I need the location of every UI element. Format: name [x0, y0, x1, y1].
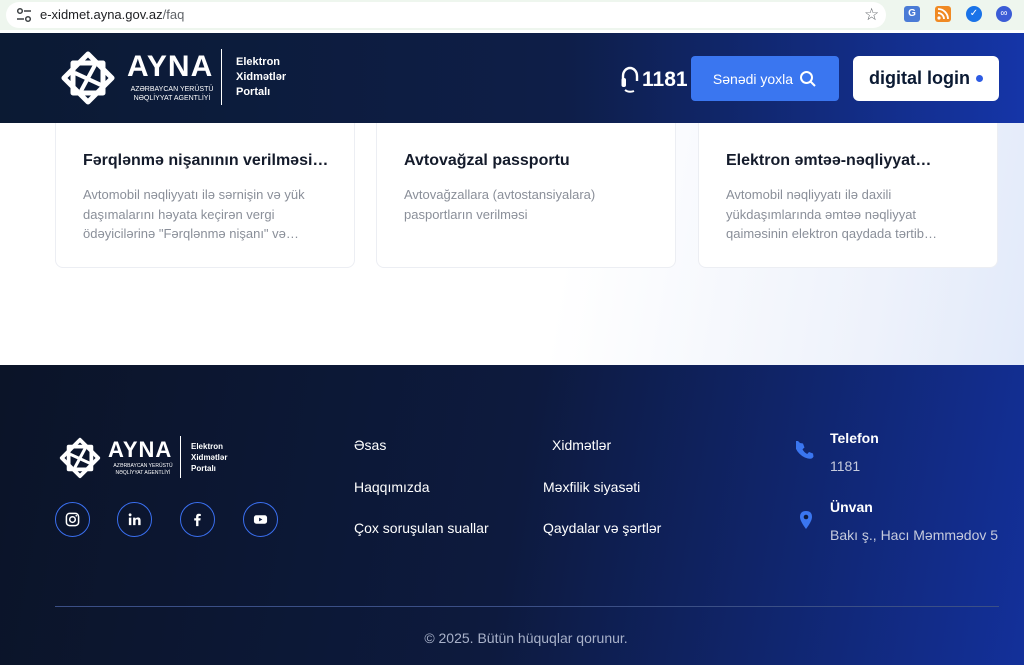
loop-extension-icon[interactable]: ∞ — [996, 6, 1012, 22]
youtube-icon — [253, 515, 268, 524]
login-dot-icon — [976, 75, 983, 82]
logo-agency-name: AZƏRBAYCAN YERÜSTÜ NƏQLİYYAT AGENTLİYİ — [130, 86, 214, 102]
service-card-description: Avtomobil nəqliyyatı ilə daxili yükdaşım… — [726, 187, 938, 241]
contact-phone-label: Telefon — [830, 430, 879, 446]
logo-portal-line: Xidmətlər — [236, 71, 287, 83]
ayna-logo-mark-icon — [59, 437, 101, 479]
contact-phone-value[interactable]: 1181 — [830, 458, 860, 474]
footer-logo-agency-name: AZƏRBAYCAN YERÜSTÜ NƏQLİYYAT AGENTLİYİ — [113, 463, 173, 476]
browser-toolbar: e-xidmet.ayna.gov.az/faq ☆ G ✓ ∞ — [0, 0, 1024, 30]
footer-divider — [55, 606, 999, 607]
facebook-link[interactable] — [180, 502, 215, 537]
footer-link-home[interactable]: Əsas — [354, 437, 386, 453]
address-bar[interactable]: e-xidmet.ayna.gov.az/faq ☆ — [6, 2, 886, 28]
service-card-title: Elektron əmtəə-nəqliyyat… — [726, 152, 932, 169]
linkedin-icon — [128, 513, 141, 526]
site-logo[interactable]: AYNA AZƏRBAYCAN YERÜSTÜ NƏQLİYYAT AGENTL… — [55, 45, 295, 111]
url-text[interactable]: e-xidmet.ayna.gov.az/faq — [40, 7, 184, 22]
instagram-link[interactable] — [55, 502, 90, 537]
location-pin-icon — [800, 511, 812, 529]
logo-divider — [221, 49, 222, 105]
logo-wordmark: AYNA — [127, 50, 214, 83]
footer-logo-portal-line: Portalı — [191, 464, 216, 473]
digital-login-label: digital login — [869, 68, 970, 88]
contact-address-label: Ünvan — [830, 499, 873, 515]
service-card-title: Avtovağzal passportu — [404, 152, 570, 169]
instagram-icon — [65, 512, 80, 527]
ayna-logo-mark-icon — [61, 51, 115, 105]
youtube-link[interactable] — [243, 502, 278, 537]
check-document-button[interactable]: Sənədi yoxla — [691, 56, 839, 101]
site-footer: AYNA AZƏRBAYCAN YERÜSTÜ NƏQLİYYAT AGENTL… — [0, 365, 1024, 665]
service-card-description: Avtovağzallara (avtostansiyalara) paspor… — [404, 187, 596, 222]
footer-logo-divider — [180, 436, 181, 478]
service-card[interactable]: Fərqlənmə nişanının verilməsi… Avtomobil… — [55, 123, 355, 268]
footer-logo-wordmark: AYNA — [108, 437, 173, 462]
footer-logo-portal-line: Xidmətlər — [191, 453, 228, 462]
hotline-number: 1181 — [642, 68, 688, 91]
footer-link-about[interactable]: Haqqımızda — [354, 479, 429, 495]
footer-link-privacy[interactable]: Məxfilik siyasəti — [543, 479, 640, 495]
linkedin-link[interactable] — [117, 502, 152, 537]
search-icon — [800, 70, 816, 87]
logo-portal-name: Elektron Xidmətlər Portalı — [236, 55, 306, 100]
service-card-description: Avtomobil nəqliyyatı ilə sərnişin və yük… — [83, 187, 305, 241]
service-card[interactable]: Avtovağzal passportu Avtovağzallara (avt… — [376, 123, 676, 268]
facebook-icon — [194, 513, 201, 527]
url-host: e-xidmet.ayna.gov.az — [40, 7, 163, 22]
contact-address-value: Bakı ş., Hacı Məmmədov 5 — [830, 527, 999, 543]
bookmark-star-icon[interactable]: ☆ — [864, 5, 879, 25]
url-path: /faq — [162, 7, 185, 22]
rss-extension-icon[interactable] — [935, 6, 951, 22]
site-header: AYNA AZƏRBAYCAN YERÜSTÜ NƏQLİYYAT AGENTL… — [0, 33, 1024, 123]
footer-logo-portal-name: Elektron Xidmətlər Portalı — [191, 441, 251, 474]
footer-link-faq[interactable]: Çox soruşulan suallar — [354, 520, 489, 536]
logo-portal-line: Elektron — [236, 56, 281, 68]
hotline-link[interactable]: 1181 — [620, 63, 688, 97]
check-document-label: Sənədi yoxla — [712, 70, 794, 87]
footer-link-services[interactable]: Xidmətlər — [552, 437, 611, 453]
digital-login-button[interactable]: digital login — [853, 56, 999, 101]
copyright-text: © 2025. Bütün hüquqlar qorunur. — [424, 630, 628, 646]
footer-link-terms[interactable]: Qaydalar və şərtlər — [543, 520, 661, 536]
footer-logo-portal-line: Elektron — [191, 442, 224, 451]
site-settings-icon[interactable] — [16, 7, 32, 23]
headset-icon — [621, 66, 639, 93]
logo-portal-line: Portalı — [236, 86, 271, 98]
service-card[interactable]: Elektron əmtəə-nəqliyyat… Avtomobil nəql… — [698, 123, 998, 268]
phone-icon — [796, 441, 814, 459]
footer-logo[interactable]: AYNA AZƏRBAYCAN YERÜSTÜ NƏQLİYYAT AGENTL… — [55, 433, 245, 483]
services-section: Fərqlənmə nişanının verilməsi… Avtomobil… — [0, 123, 1024, 365]
service-card-title: Fərqlənmə nişanının verilməsi… — [83, 152, 329, 169]
check-extension-icon[interactable]: ✓ — [966, 6, 982, 22]
translate-extension-icon[interactable]: G — [904, 6, 920, 22]
